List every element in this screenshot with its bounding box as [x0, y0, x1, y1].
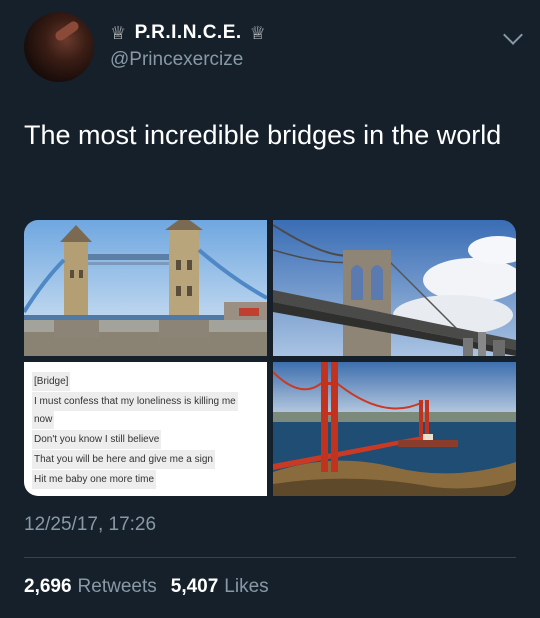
- likes-count[interactable]: 5,407: [171, 576, 219, 598]
- likes-label[interactable]: Likes: [224, 576, 268, 598]
- tower-bridge-photo[interactable]: [24, 220, 267, 356]
- crown-icon: ♕: [110, 22, 127, 43]
- lyrics-text-image[interactable]: [Bridge] I must confess that my loneline…: [24, 362, 267, 496]
- crown-icon: ♕: [249, 22, 267, 43]
- lyrics-block: [Bridge] I must confess that my loneline…: [32, 372, 260, 490]
- avatar[interactable]: [24, 12, 94, 82]
- lyrics-line: Don't you know I still believe: [32, 430, 162, 449]
- lyrics-line: [Bridge]: [32, 372, 71, 391]
- lyrics-line: Hit me baby one more time: [32, 470, 157, 489]
- lyrics-line: I must confess that my loneliness is kil…: [32, 392, 238, 411]
- author-display-name[interactable]: P.R.I.N.C.E.: [135, 22, 242, 44]
- brooklyn-bridge-photo[interactable]: [273, 220, 516, 356]
- author-handle[interactable]: @Princexercize: [110, 49, 243, 71]
- engagement-stats: 2,696 Retweets 5,407 Likes: [24, 576, 277, 598]
- divider: [24, 557, 516, 558]
- lyrics-line: now: [32, 410, 55, 429]
- chevron-down-icon[interactable]: [503, 25, 523, 45]
- retweets-count[interactable]: 2,696: [24, 576, 72, 598]
- tweet-timestamp[interactable]: 12/25/17, 17:26: [24, 514, 156, 536]
- retweets-label[interactable]: Retweets: [78, 576, 157, 598]
- lyrics-line: That you will be here and give me a sign: [32, 450, 215, 469]
- tweet-text: The most incredible bridges in the world: [24, 120, 502, 150]
- golden-gate-bridge-photo[interactable]: [273, 362, 516, 496]
- media-grid: [Bridge] I must confess that my loneline…: [24, 220, 516, 496]
- author-name-row[interactable]: ♕ P.R.I.N.C.E. ♕: [110, 20, 266, 46]
